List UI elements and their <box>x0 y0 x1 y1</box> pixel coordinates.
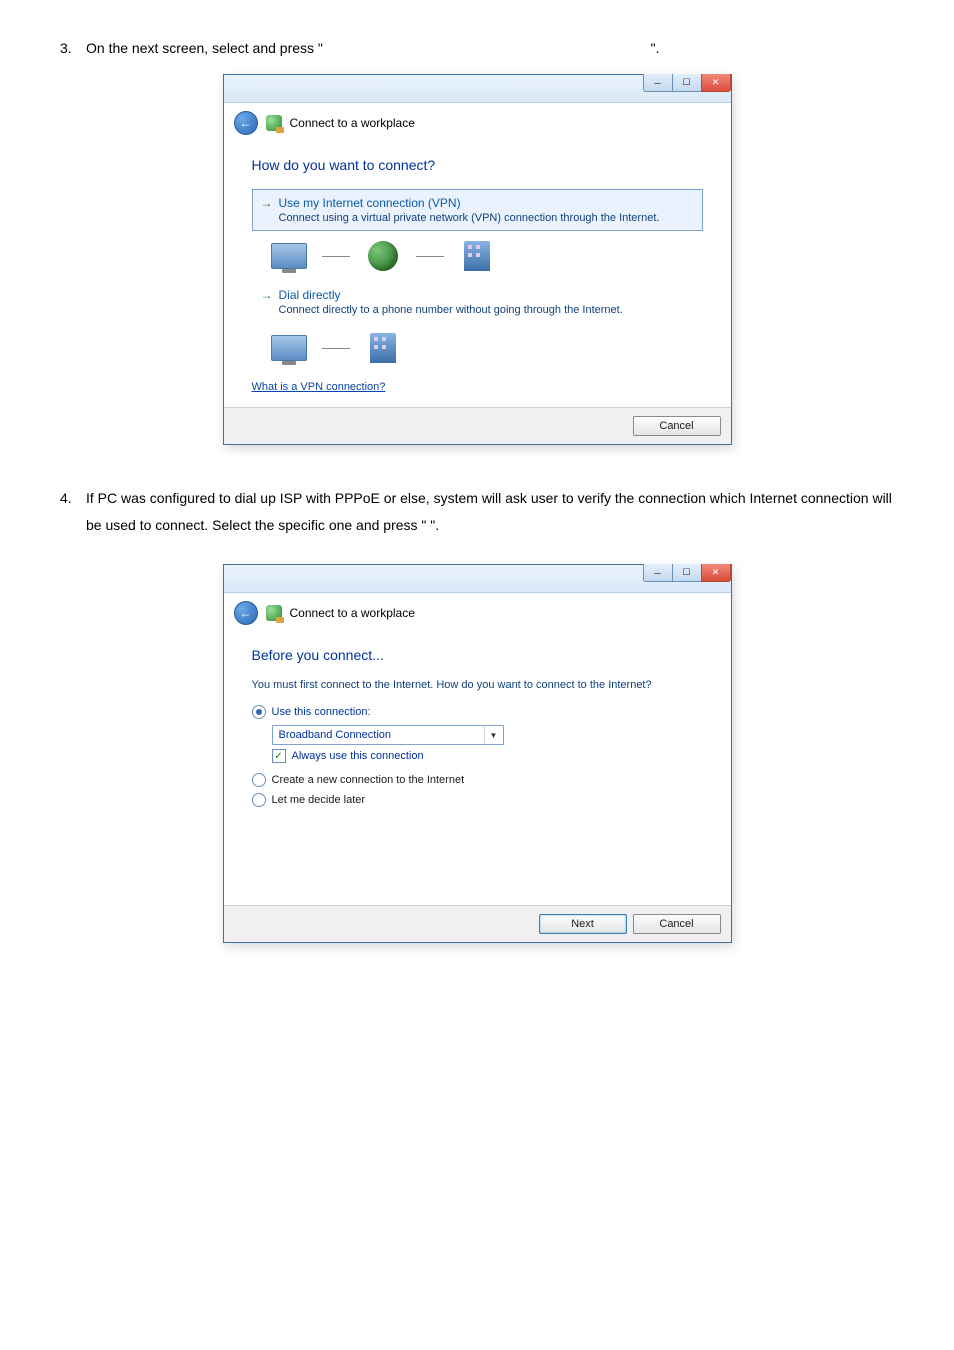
monitor-icon <box>270 333 308 363</box>
connection-combo[interactable]: Broadband Connection ▼ <box>272 725 504 745</box>
what-is-vpn-link[interactable]: What is a VPN connection? <box>252 381 386 393</box>
wizard-icon <box>266 605 282 621</box>
radio-icon <box>252 705 266 719</box>
dialog-footer: Next Cancel <box>224 905 731 942</box>
radio-icon <box>252 773 266 787</box>
item-number: 3. <box>60 40 86 56</box>
titlebar: ─ ☐ ✕ <box>224 565 731 593</box>
breadcrumb: Connect to a workplace <box>290 606 415 620</box>
back-button[interactable]: ← <box>234 601 258 625</box>
option-dial-directly[interactable]: → Dial directly Connect directly to a ph… <box>252 281 703 323</box>
dialog-connect-workplace-1: ─ ☐ ✕ ← Connect to a workplace How do yo… <box>223 74 732 445</box>
arrow-icon: → <box>261 196 273 210</box>
radio-icon <box>252 793 266 807</box>
chevron-down-icon: ▼ <box>484 726 503 744</box>
window-controls: ─ ☐ ✕ <box>644 564 731 582</box>
radio-use-this-connection[interactable]: Use this connection: <box>252 705 703 719</box>
radio-label: Use this connection: <box>272 706 371 718</box>
back-arrow-icon: ← <box>240 116 252 130</box>
option-desc: Connect directly to a phone number witho… <box>279 304 694 316</box>
option-title: Use my Internet connection (VPN) <box>279 196 461 210</box>
checkbox-icon: ✓ <box>272 749 286 763</box>
minimize-button[interactable]: ─ <box>643 564 673 582</box>
globe-icon <box>364 241 402 271</box>
sub-text: You must first connect to the Internet. … <box>252 679 703 691</box>
dialog-body: How do you want to connect? → Use my Int… <box>224 141 731 407</box>
back-button[interactable]: ← <box>234 111 258 135</box>
page-heading: How do you want to connect? <box>252 157 703 173</box>
arrow-icon: → <box>261 288 273 302</box>
radio-decide-later[interactable]: Let me decide later <box>252 793 703 807</box>
connector-line <box>322 348 350 349</box>
radio-label: Create a new connection to the Internet <box>272 774 465 786</box>
dialog-footer: Cancel <box>224 407 731 444</box>
radio-create-new[interactable]: Create a new connection to the Internet <box>252 773 703 787</box>
close-button[interactable]: ✕ <box>701 74 731 92</box>
item-text: If PC was configured to dial up ISP with… <box>86 485 894 538</box>
maximize-button[interactable]: ☐ <box>672 564 702 582</box>
checkbox-label: Always use this connection <box>292 750 424 762</box>
header-row: ← Connect to a workplace <box>224 593 731 631</box>
combo-value: Broadband Connection <box>273 726 484 744</box>
doc-item-4: 4. If PC was configured to dial up ISP w… <box>60 485 894 538</box>
radio-label: Let me decide later <box>272 794 366 806</box>
titlebar: ─ ☐ ✕ <box>224 75 731 103</box>
item-text: On the next screen, select and press " "… <box>86 40 660 56</box>
cancel-button[interactable]: Cancel <box>633 914 721 934</box>
option-use-vpn[interactable]: → Use my Internet connection (VPN) Conne… <box>252 189 703 231</box>
back-arrow-icon: ← <box>240 606 252 620</box>
minimize-button[interactable]: ─ <box>643 74 673 92</box>
window-controls: ─ ☐ ✕ <box>644 74 731 92</box>
item-number: 4. <box>60 490 86 506</box>
dialog-body: Before you connect... You must first con… <box>224 631 731 905</box>
monitor-icon <box>270 241 308 271</box>
breadcrumb: Connect to a workplace <box>290 116 415 130</box>
diagram-dial <box>270 333 703 363</box>
maximize-button[interactable]: ☐ <box>672 74 702 92</box>
option-desc: Connect using a virtual private network … <box>279 212 694 224</box>
header-row: ← Connect to a workplace <box>224 103 731 141</box>
building-icon <box>364 333 402 363</box>
wizard-icon <box>266 115 282 131</box>
dialog-connect-workplace-2: ─ ☐ ✕ ← Connect to a workplace Before yo… <box>223 564 732 943</box>
doc-item-3: 3. On the next screen, select and press … <box>60 40 894 56</box>
connector-line <box>322 256 350 257</box>
connector-line <box>416 256 444 257</box>
page-heading: Before you connect... <box>252 647 703 663</box>
checkbox-always-use[interactable]: ✓ Always use this connection <box>272 749 703 763</box>
building-icon <box>458 241 496 271</box>
option-title: Dial directly <box>279 288 341 302</box>
next-button[interactable]: Next <box>539 914 627 934</box>
cancel-button[interactable]: Cancel <box>633 416 721 436</box>
close-button[interactable]: ✕ <box>701 564 731 582</box>
diagram-vpn <box>270 241 703 271</box>
